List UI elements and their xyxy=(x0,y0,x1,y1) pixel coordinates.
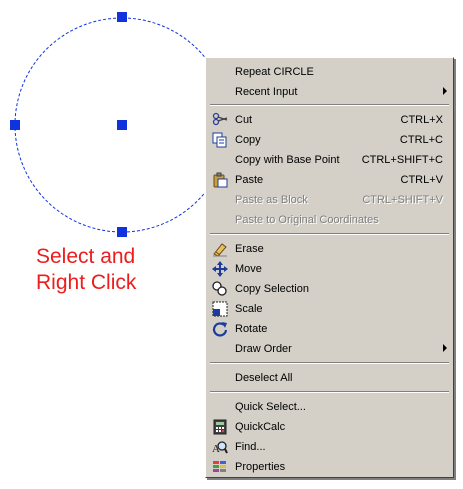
menu-item-label: Copy with Base Point xyxy=(235,154,340,166)
menu-item-paste-as-block[interactable]: Paste as Block CTRL+SHIFT+V xyxy=(208,190,451,210)
menu-item-label: Deselect All xyxy=(235,372,293,384)
menu-item-shortcut: CTRL+X xyxy=(400,114,444,126)
menu-item-paste[interactable]: Paste CTRL+V xyxy=(208,170,451,190)
grip-bottom[interactable] xyxy=(117,227,127,237)
copy-selection-icon xyxy=(212,281,228,297)
menu-item-find[interactable]: A Find... xyxy=(208,437,451,457)
menu-item-label: Copy xyxy=(235,134,261,146)
menu-item-label: Copy Selection xyxy=(235,283,309,295)
instruction-caption: Select and Right Click xyxy=(36,244,136,296)
eraser-icon xyxy=(212,241,228,257)
caption-line-1: Select and xyxy=(36,245,136,268)
menu-separator xyxy=(210,233,449,235)
menu-item-label: Erase xyxy=(235,243,264,255)
menu-item-shortcut: CTRL+SHIFT+V xyxy=(362,194,443,206)
menu-item-quick-select[interactable]: Quick Select... xyxy=(208,397,451,417)
menu-item-scale[interactable]: Scale xyxy=(208,299,451,319)
menu-item-rotate[interactable]: Rotate xyxy=(208,319,451,339)
menu-item-shortcut: CTRL+SHIFT+C xyxy=(361,154,443,166)
copy-icon xyxy=(212,132,228,148)
menu-item-label: Properties xyxy=(235,461,286,473)
submenu-arrow-icon xyxy=(443,87,447,95)
menu-item-deselect-all[interactable]: Deselect All xyxy=(208,368,451,388)
menu-item-erase[interactable]: Erase xyxy=(208,239,451,259)
menu-item-recent-input[interactable]: Recent Input xyxy=(208,82,451,102)
grip-top[interactable] xyxy=(117,12,127,22)
menu-item-label: Find... xyxy=(235,441,266,453)
rotate-icon xyxy=(212,321,228,337)
menu-item-copy[interactable]: Copy CTRL+C xyxy=(208,130,451,150)
menu-item-label: Scale xyxy=(235,303,263,315)
submenu-arrow-icon xyxy=(443,344,447,352)
menu-item-label: Quick Select... xyxy=(235,401,306,413)
caption-line-2: Right Click xyxy=(36,271,137,294)
menu-item-draw-order[interactable]: Draw Order xyxy=(208,339,451,359)
scale-icon xyxy=(212,301,228,317)
context-menu: Repeat CIRCLE Recent Input Cut CTRL+X Co… xyxy=(205,57,454,478)
menu-item-label: Draw Order xyxy=(235,343,292,355)
menu-item-label: Move xyxy=(235,263,262,275)
menu-item-move[interactable]: Move xyxy=(208,259,451,279)
calculator-icon xyxy=(212,419,228,435)
menu-item-label: QuickCalc xyxy=(235,421,286,433)
menu-item-copy-selection[interactable]: Copy Selection xyxy=(208,279,451,299)
menu-item-copy-with-base-point[interactable]: Copy with Base Point CTRL+SHIFT+C xyxy=(208,150,451,170)
menu-item-label: Repeat CIRCLE xyxy=(235,66,314,78)
menu-item-label: Paste xyxy=(235,174,264,186)
move-icon xyxy=(212,261,228,277)
menu-item-label: Paste as Block xyxy=(235,194,308,206)
grip-center[interactable] xyxy=(117,120,127,130)
menu-item-properties[interactable]: Properties xyxy=(208,457,451,477)
menu-item-label: Cut xyxy=(235,114,253,126)
menu-item-cut[interactable]: Cut CTRL+X xyxy=(208,110,451,130)
scissors-icon xyxy=(212,112,228,128)
menu-separator xyxy=(210,362,449,364)
menu-item-paste-to-original-coordinates[interactable]: Paste to Original Coordinates xyxy=(208,210,451,230)
menu-item-label: Rotate xyxy=(235,323,268,335)
menu-item-quickcalc[interactable]: QuickCalc xyxy=(208,417,451,437)
menu-separator xyxy=(210,104,449,106)
properties-icon xyxy=(212,459,228,475)
menu-item-shortcut: CTRL+V xyxy=(400,174,444,186)
menu-separator xyxy=(210,391,449,393)
menu-item-repeat-circle[interactable]: Repeat CIRCLE xyxy=(208,62,451,82)
menu-item-shortcut: CTRL+C xyxy=(399,134,443,146)
paste-icon xyxy=(212,172,228,188)
grip-left[interactable] xyxy=(10,120,20,130)
menu-item-label: Paste to Original Coordinates xyxy=(235,214,379,226)
menu-item-label: Recent Input xyxy=(235,86,298,98)
find-icon: A xyxy=(212,439,228,455)
